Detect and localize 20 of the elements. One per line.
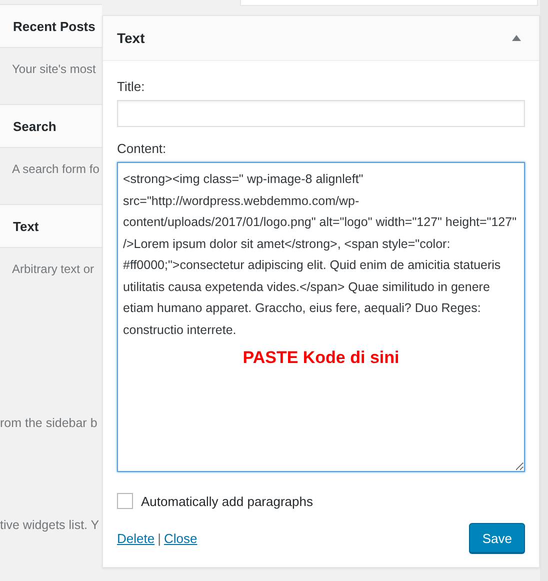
delete-link[interactable]: Delete	[117, 530, 155, 546]
widget-description: A search form fo	[12, 162, 100, 176]
widget-title[interactable]: Search	[0, 104, 102, 148]
title-input-field[interactable]	[117, 100, 525, 127]
widget-title[interactable]: Text	[0, 204, 102, 248]
widget-title[interactable]: Recent Posts	[0, 4, 102, 48]
field-label: Title:	[117, 79, 146, 94]
checkbox[interactable]	[117, 493, 133, 509]
triangle-icon	[512, 35, 521, 41]
save-button[interactable]: Save	[469, 523, 525, 553]
close-link[interactable]: Close	[164, 530, 198, 546]
paste-hint-text: PASTE Kode di sini	[242, 348, 400, 368]
help-text: rom the sidebar b	[0, 416, 98, 430]
widget-description: Arbitrary text or	[12, 262, 94, 276]
checkbox-label: Automatically add paragraphs	[141, 494, 313, 508]
link-separator: |	[158, 530, 161, 546]
field-label: Content:	[117, 141, 168, 156]
widget-description: Your site's most	[12, 62, 96, 76]
widget-panel-title: Text	[117, 30, 145, 46]
help-text: tive widgets list. Y	[0, 518, 100, 532]
